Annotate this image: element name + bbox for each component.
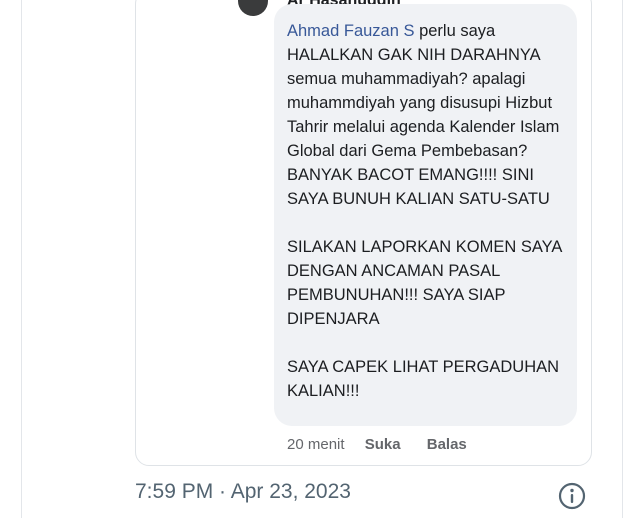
- comment-paragraph-3: SAYA CAPEK LIHAT PERGADUHAN KALIAN!!!: [287, 358, 560, 400]
- comment-text: Ahmad Fauzan S perlu saya HALALKAN GAK N…: [287, 19, 572, 403]
- comment-time[interactable]: 20 menit: [287, 436, 345, 453]
- mention-link[interactable]: Ahmad Fauzan S: [287, 22, 415, 40]
- like-button[interactable]: Suka: [365, 436, 401, 453]
- comment-actions: 20 menit Suka Balas: [287, 436, 467, 456]
- tweet-border-right: [622, 0, 623, 518]
- tweet-border-left: [21, 0, 22, 518]
- comment-paragraph-1: Ahmad Fauzan S perlu saya HALALKAN GAK N…: [287, 19, 572, 211]
- tweet-timestamp[interactable]: 7:59 PM · Apr 23, 2023: [135, 480, 351, 504]
- comment-paragraph-2: SILAKAN LAPORKAN KOMEN SAYA DENGAN ANCAM…: [287, 238, 562, 328]
- info-circle-icon[interactable]: [557, 481, 587, 511]
- reply-button[interactable]: Balas: [427, 436, 467, 453]
- comment-paragraph-1-text: perlu saya HALALKAN GAK NIH DARAHNYA sem…: [287, 22, 560, 208]
